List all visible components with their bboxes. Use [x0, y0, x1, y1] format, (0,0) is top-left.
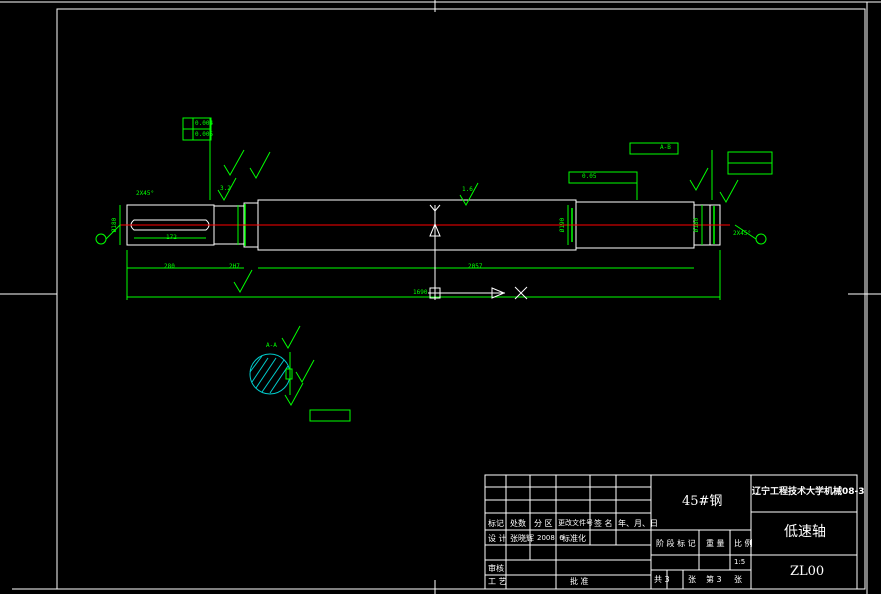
sheet-current-unit: 张	[734, 575, 742, 584]
left-step-label: 2H7	[229, 263, 240, 270]
design-label: 设 计	[488, 534, 507, 543]
scale-value: 1:5	[734, 558, 746, 566]
sign-header: 签 名	[594, 519, 613, 528]
tolerance-2: 0.005	[195, 131, 214, 138]
design-date: 2008. 6	[537, 534, 564, 542]
review-label: 审核	[488, 564, 504, 573]
material-label: 45#钢	[682, 494, 723, 509]
standardization-label: 标准化	[562, 534, 586, 543]
sheet-total-unit: 张	[688, 575, 696, 584]
roughness-1: 1.6	[462, 186, 473, 193]
roughness-symbols	[217, 149, 739, 294]
sheet-total: 共 3	[654, 575, 670, 584]
chamfer-left-label: 2X45°	[136, 190, 155, 197]
chamfer-right-label: 2X45°	[733, 230, 752, 237]
section-label: A-A	[266, 342, 277, 349]
scale-label: 比 例	[734, 539, 753, 548]
diameter-mid: Ø190	[559, 217, 567, 233]
school-label: 辽宁工程技术大学机械08-3	[752, 487, 865, 497]
diameter-left: Ø180	[111, 217, 119, 233]
mid-len-label: 2057	[468, 263, 483, 270]
change-doc-header: 更改文件号	[558, 519, 593, 527]
sheet-current: 第 3	[706, 575, 722, 584]
ucs-icon	[428, 204, 528, 300]
approve-label: 批 准	[570, 577, 589, 586]
drawing-code: ZL00	[790, 564, 825, 579]
rev-count-header: 处数	[510, 519, 526, 528]
total-len-label: 1690	[413, 289, 428, 296]
datum-ref: A-B	[660, 144, 671, 151]
date-header: 年、月、日	[618, 519, 658, 528]
diameter-right: Ø180	[693, 217, 701, 233]
zone-header: 分 区	[534, 519, 553, 528]
roughness-2: 3.2	[220, 185, 231, 192]
key-length-label: 172	[166, 234, 177, 241]
designer-name: 张晓辉	[510, 534, 534, 543]
left-seg-label: 280	[164, 263, 175, 270]
process-label: 工 艺	[488, 577, 507, 586]
weight-label: 重 量	[706, 539, 725, 548]
tolerance-3: 0.05	[582, 173, 597, 180]
tolerance-1: 0.004	[195, 120, 214, 127]
section-view	[249, 325, 315, 407]
part-name: 低速轴	[784, 524, 826, 540]
cad-drawing-canvas[interactable]	[0, 0, 881, 594]
stage-mark-label: 阶 段 标 记	[656, 539, 696, 548]
rev-mark-header: 标记	[488, 519, 504, 528]
